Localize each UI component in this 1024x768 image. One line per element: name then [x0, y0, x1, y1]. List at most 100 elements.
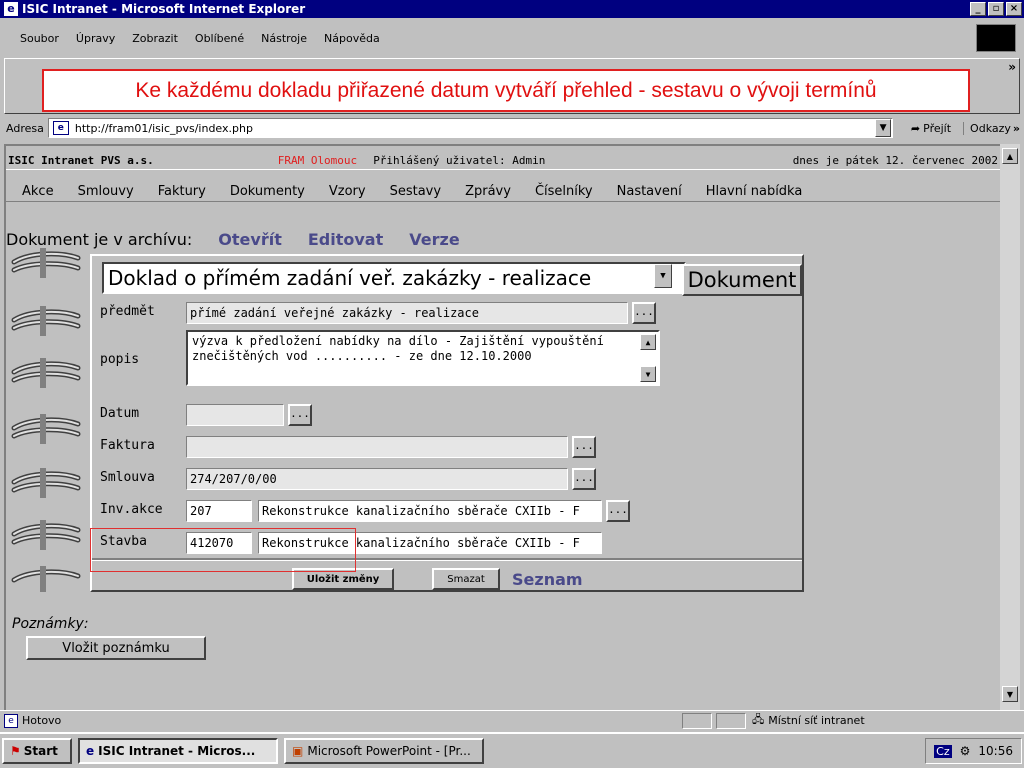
menu-bar: Soubor Úpravy Zobrazit Oblíbené Nástroje…	[0, 20, 1024, 56]
page-content: ISIC Intranet PVS a.s. FRAM Olomouc Přih…	[4, 144, 1000, 710]
status-pane	[682, 712, 712, 729]
invakce-name: Rekonstrukce kanalizačního sběrače CXIIb…	[262, 504, 580, 518]
notes-label: Poznámky:	[12, 616, 89, 632]
task-powerpoint[interactable]: ▣ Microsoft PowerPoint - [Pr...	[284, 738, 484, 764]
network-icon: 🖧	[752, 713, 765, 726]
invakce-name-field[interactable]: Rekonstrukce kanalizačního sběrače CXIIb…	[258, 500, 602, 522]
tray-network-icon[interactable]: ⚙	[960, 744, 971, 758]
info-bar: ISIC Intranet PVS a.s. FRAM Olomouc Přih…	[6, 152, 1000, 170]
popis-value: výzva k předložení nabídky na dílo - Zaj…	[192, 334, 604, 363]
zone-text: Místní síť intranet	[768, 714, 865, 727]
page-scrollbar[interactable]: ▲ ▼	[1000, 144, 1020, 710]
address-input[interactable]: e http://fram01/isic_pvs/index.php	[47, 118, 894, 138]
document-type-select[interactable]: Doklad o přímém zadání veř. zakázky - re…	[102, 262, 686, 294]
nav-dokumenty[interactable]: Dokumenty	[230, 184, 305, 199]
invakce-picker-button[interactable]: ...	[606, 500, 630, 522]
menu-napoveda[interactable]: Nápověda	[324, 32, 380, 45]
menu-soubor[interactable]: Soubor	[20, 32, 59, 45]
scroll-up-icon[interactable]: ▲	[640, 334, 656, 350]
label-datum: Datum	[100, 406, 140, 421]
nav-ciselniky[interactable]: Číselníky	[535, 184, 593, 199]
status-text: Hotovo	[22, 714, 62, 727]
start-button[interactable]: ⚑ Start	[2, 738, 72, 764]
label-popis: popis	[100, 352, 140, 367]
maximize-icon[interactable]: ▫	[988, 2, 1004, 16]
scroll-up-icon[interactable]: ▲	[1002, 148, 1018, 164]
chevron-down-icon[interactable]: ▼	[654, 264, 672, 288]
link-editovat[interactable]: Editovat	[308, 230, 383, 249]
task-ppt-label: Microsoft PowerPoint - [Pr...	[307, 744, 471, 758]
window-controls: _ ▫ ×	[970, 2, 1022, 16]
windows-flag-icon: ⚑	[10, 744, 21, 758]
menu-nastroje[interactable]: Nástroje	[261, 32, 307, 45]
binder-rings-icon	[10, 248, 82, 596]
predmet-field[interactable]: přímé zadání veřejné zakázky - realizace	[186, 302, 628, 324]
list-link[interactable]: Seznam	[512, 570, 583, 589]
minimize-icon[interactable]: _	[970, 2, 986, 16]
address-dropdown-icon[interactable]: ▼	[875, 119, 891, 137]
menu-zobrazit[interactable]: Zobrazit	[132, 32, 178, 45]
smlouva-picker-button[interactable]: ...	[572, 468, 596, 490]
task-ie[interactable]: e ISIC Intranet - Micros...	[78, 738, 278, 764]
window-title: ISIC Intranet - Microsoft Internet Explo…	[22, 2, 306, 16]
ie-icon: e	[4, 2, 18, 16]
label-faktura: Faktura	[100, 438, 155, 453]
toolbar-chevron-icon[interactable]: »	[1008, 60, 1016, 74]
status-pane-2	[716, 712, 746, 729]
nav-zpravy[interactable]: Zprávy	[465, 184, 511, 199]
add-note-button[interactable]: Vložit poznámku	[26, 636, 206, 660]
smlouva-value: 274/207/0/00	[190, 472, 277, 486]
status-bar: e Hotovo 🖧 Místní síť intranet	[0, 710, 1024, 730]
close-icon[interactable]: ×	[1006, 2, 1022, 16]
links-button[interactable]: Odkazy	[963, 121, 1011, 135]
scroll-down-icon[interactable]: ▼	[640, 366, 656, 382]
datum-picker-button[interactable]: ...	[288, 404, 312, 426]
faktura-field[interactable]	[186, 436, 568, 458]
go-arrow-icon: ➦	[910, 121, 921, 135]
nav-sestavy[interactable]: Sestavy	[390, 184, 441, 199]
address-label: Adresa	[6, 121, 44, 135]
predmet-value: přímé zadání veřejné zakázky - realizace	[190, 306, 479, 320]
invakce-code: 207	[190, 504, 212, 518]
invakce-code-field[interactable]: 207	[186, 500, 252, 522]
status-ie-icon: e	[4, 713, 18, 728]
go-label: Přejít	[923, 121, 952, 135]
document-type-button[interactable]: Dokument	[682, 264, 802, 296]
smlouva-field[interactable]: 274/207/0/00	[186, 468, 568, 490]
task-ie-icon: e	[86, 744, 95, 758]
archive-text: Dokument je v archívu:	[6, 230, 193, 249]
nav-akce[interactable]: Akce	[22, 184, 54, 199]
page-icon: e	[52, 121, 69, 135]
menu-upravy[interactable]: Úpravy	[76, 32, 115, 45]
callout-annotation: Ke každému dokladu přiřazené datum vytvá…	[42, 69, 970, 112]
language-indicator[interactable]: Cz	[934, 744, 952, 758]
go-button[interactable]: ➦ Přejít	[911, 122, 951, 135]
link-otevrit[interactable]: Otevřít	[218, 230, 282, 249]
nav-hlavni-nabidka[interactable]: Hlavní nabídka	[706, 184, 803, 199]
nav-nastaveni[interactable]: Nastavení	[617, 184, 682, 199]
nav-vzory[interactable]: Vzory	[329, 184, 366, 199]
document-type-value: Doklad o přímém zadání veř. zakázky - re…	[108, 266, 592, 290]
task-ppt-icon: ▣	[292, 744, 304, 758]
current-date: dnes je pátek 12. červenec 2002	[792, 154, 998, 167]
company-name: ISIC Intranet PVS a.s.	[8, 154, 154, 167]
menu-oblibene[interactable]: Oblíbené	[195, 32, 244, 45]
nav-smlouvy[interactable]: Smlouvy	[78, 184, 134, 199]
nav-faktury[interactable]: Faktury	[158, 184, 206, 199]
link-verze[interactable]: Verze	[409, 230, 459, 249]
address-bar: Adresa e http://fram01/isic_pvs/index.ph…	[4, 116, 1020, 140]
datum-field[interactable]	[186, 404, 284, 426]
window-titlebar[interactable]: e ISIC Intranet - Microsoft Internet Exp…	[0, 0, 1024, 18]
main-nav: Akce Smlouvy Faktury Dokumenty Vzory Ses…	[6, 182, 1000, 202]
predmet-picker-button[interactable]: ...	[632, 302, 656, 324]
popis-textarea[interactable]: výzva k předložení nabídky na dílo - Zaj…	[186, 330, 660, 386]
start-label: Start	[23, 744, 58, 758]
label-invakce: Inv.akce	[100, 502, 163, 517]
delete-button[interactable]: Smazat	[432, 568, 500, 590]
faktura-picker-button[interactable]: ...	[572, 436, 596, 458]
taskbar: ⚑ Start e ISIC Intranet - Micros... ▣ Mi…	[0, 732, 1024, 768]
windows-logo-icon	[976, 24, 1016, 52]
links-chevron-icon[interactable]: »	[1013, 122, 1020, 135]
scroll-down-icon[interactable]: ▼	[1002, 686, 1018, 702]
address-url: http://fram01/isic_pvs/index.php	[74, 121, 253, 135]
